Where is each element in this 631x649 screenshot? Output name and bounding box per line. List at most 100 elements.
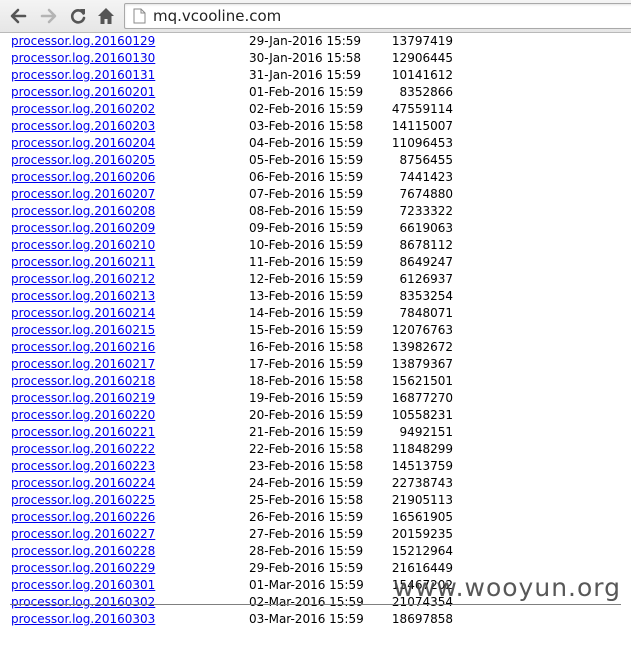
file-link[interactable]: processor.log.20160226 <box>11 509 155 526</box>
table-row: processor.log.20160205 05-Feb-2016 15:59 8… <box>0 152 631 169</box>
file-link[interactable]: processor.log.20160222 <box>11 441 155 458</box>
table-row: processor.log.20160212 12-Feb-2016 15:59 6… <box>0 271 631 288</box>
table-row: processor.log.20160218 18-Feb-2016 15:58 1… <box>0 373 631 390</box>
file-date: 21-Feb-2016 15:59 <box>249 425 364 439</box>
file-link[interactable]: processor.log.20160224 <box>11 475 155 492</box>
file-link[interactable]: processor.log.20160217 <box>11 356 155 373</box>
file-size: 8649247 <box>399 255 453 269</box>
address-bar[interactable]: mq.vcooline.com <box>124 3 631 29</box>
table-row: processor.log.20160203 03-Feb-2016 15:58 1… <box>0 118 631 135</box>
file-date: 15-Feb-2016 15:59 <box>249 323 364 337</box>
file-link[interactable]: processor.log.20160221 <box>11 424 155 441</box>
table-row: processor.log.20160226 26-Feb-2016 15:59 1… <box>0 509 631 526</box>
home-button[interactable] <box>94 4 118 28</box>
file-size: 11096453 <box>391 136 453 150</box>
file-date: 01-Feb-2016 15:59 <box>249 85 364 99</box>
file-size: 47559114 <box>391 102 453 116</box>
file-link[interactable]: processor.log.20160208 <box>11 203 155 220</box>
file-date: 30-Jan-2016 15:58 <box>249 51 362 65</box>
table-row: processor.log.20160303 03-Mar-2016 15:59 1… <box>0 611 631 628</box>
file-link[interactable]: processor.log.20160129 <box>11 33 155 50</box>
forward-button[interactable] <box>37 4 61 28</box>
file-link[interactable]: processor.log.20160220 <box>11 407 155 424</box>
file-link[interactable]: processor.log.20160219 <box>11 390 155 407</box>
watermark-text: www.wooyun.org <box>393 573 621 602</box>
browser-toolbar: mq.vcooline.com <box>0 0 631 33</box>
file-date: 23-Feb-2016 15:58 <box>249 459 364 473</box>
table-row: processor.log.20160215 15-Feb-2016 15:59 1… <box>0 322 631 339</box>
table-row: processor.log.20160222 22-Feb-2016 15:58 1… <box>0 441 631 458</box>
file-link[interactable]: processor.log.20160211 <box>11 254 155 271</box>
file-link[interactable]: processor.log.20160214 <box>11 305 155 322</box>
back-button[interactable] <box>6 4 30 28</box>
file-date: 25-Feb-2016 15:58 <box>249 493 364 507</box>
reload-icon <box>70 9 86 24</box>
file-size: 14115007 <box>391 119 453 133</box>
file-date: 17-Feb-2016 15:59 <box>249 357 364 371</box>
file-size: 22738743 <box>391 476 453 490</box>
file-link[interactable]: processor.log.20160212 <box>11 271 155 288</box>
file-link[interactable]: processor.log.20160213 <box>11 288 155 305</box>
back-arrow-icon <box>10 8 27 24</box>
table-row: processor.log.20160206 06-Feb-2016 15:59 7… <box>0 169 631 186</box>
file-date: 27-Feb-2016 15:59 <box>249 527 364 541</box>
file-link[interactable]: processor.log.20160225 <box>11 492 155 509</box>
table-row: processor.log.20160217 17-Feb-2016 15:59 1… <box>0 356 631 373</box>
file-link[interactable]: processor.log.20160206 <box>11 169 155 186</box>
table-row: processor.log.20160129 29-Jan-2016 15:59 1… <box>0 33 631 50</box>
directory-listing: processor.log.20160129 29-Jan-2016 15:59 1… <box>0 33 631 649</box>
page-icon <box>133 8 146 24</box>
file-link[interactable]: processor.log.20160301 <box>11 577 155 594</box>
file-size: 8756455 <box>399 153 453 167</box>
table-row: processor.log.20160209 09-Feb-2016 15:59 6… <box>0 220 631 237</box>
file-link[interactable]: processor.log.20160131 <box>11 67 155 84</box>
file-link[interactable]: processor.log.20160215 <box>11 322 155 339</box>
file-date: 01-Mar-2016 15:59 <box>249 578 364 592</box>
table-row: processor.log.20160213 13-Feb-2016 15:59 8… <box>0 288 631 305</box>
file-link[interactable]: processor.log.20160205 <box>11 152 155 169</box>
file-link[interactable]: processor.log.20160216 <box>11 339 155 356</box>
file-link[interactable]: processor.log.20160204 <box>11 135 155 152</box>
forward-arrow-icon <box>40 8 57 24</box>
file-date: 08-Feb-2016 15:59 <box>249 204 364 218</box>
file-size: 6619063 <box>399 221 453 235</box>
reload-button[interactable] <box>66 4 90 28</box>
file-size: 13797419 <box>391 34 453 48</box>
file-link[interactable]: processor.log.20160209 <box>11 220 155 237</box>
table-row: processor.log.20160214 14-Feb-2016 15:59 7… <box>0 305 631 322</box>
file-link[interactable]: processor.log.20160210 <box>11 237 155 254</box>
file-link[interactable]: processor.log.20160303 <box>11 611 155 628</box>
file-link[interactable]: processor.log.20160207 <box>11 186 155 203</box>
table-row: processor.log.20160131 31-Jan-2016 15:59 1… <box>0 67 631 84</box>
file-size: 13879367 <box>391 357 453 371</box>
file-link[interactable]: processor.log.20160130 <box>11 50 155 67</box>
file-link[interactable]: processor.log.20160223 <box>11 458 155 475</box>
file-size: 7441423 <box>399 170 453 184</box>
file-size: 18697858 <box>391 612 453 626</box>
file-link[interactable]: processor.log.20160218 <box>11 373 155 390</box>
file-size: 13982672 <box>391 340 453 354</box>
file-size: 15621501 <box>391 374 453 388</box>
file-size: 12076763 <box>391 323 453 337</box>
file-link[interactable]: processor.log.20160228 <box>11 543 155 560</box>
file-date: 24-Feb-2016 15:59 <box>249 476 364 490</box>
file-size: 6126937 <box>399 272 453 286</box>
file-link[interactable]: processor.log.20160227 <box>11 526 155 543</box>
file-size: 21905113 <box>391 493 453 507</box>
table-row: processor.log.20160130 30-Jan-2016 15:58 1… <box>0 50 631 67</box>
file-link[interactable]: processor.log.20160229 <box>11 560 155 577</box>
file-link[interactable]: processor.log.20160302 <box>11 594 155 611</box>
file-date: 05-Feb-2016 15:59 <box>249 153 364 167</box>
browser-window: mq.vcooline.com processor.log.20160129 29… <box>0 0 631 649</box>
file-link[interactable]: processor.log.20160203 <box>11 118 155 135</box>
file-size: 7233322 <box>399 204 453 218</box>
table-row: processor.log.20160223 23-Feb-2016 15:58 1… <box>0 458 631 475</box>
table-row: processor.log.20160224 24-Feb-2016 15:59 2… <box>0 475 631 492</box>
file-link[interactable]: processor.log.20160202 <box>11 101 155 118</box>
file-link[interactable]: processor.log.20160201 <box>11 84 155 101</box>
file-date: 02-Feb-2016 15:59 <box>249 102 364 116</box>
table-row: processor.log.20160219 19-Feb-2016 15:59 1… <box>0 390 631 407</box>
url-text: mq.vcooline.com <box>153 7 282 25</box>
table-row: processor.log.20160210 10-Feb-2016 15:59 8… <box>0 237 631 254</box>
file-date: 03-Mar-2016 15:59 <box>249 612 364 626</box>
